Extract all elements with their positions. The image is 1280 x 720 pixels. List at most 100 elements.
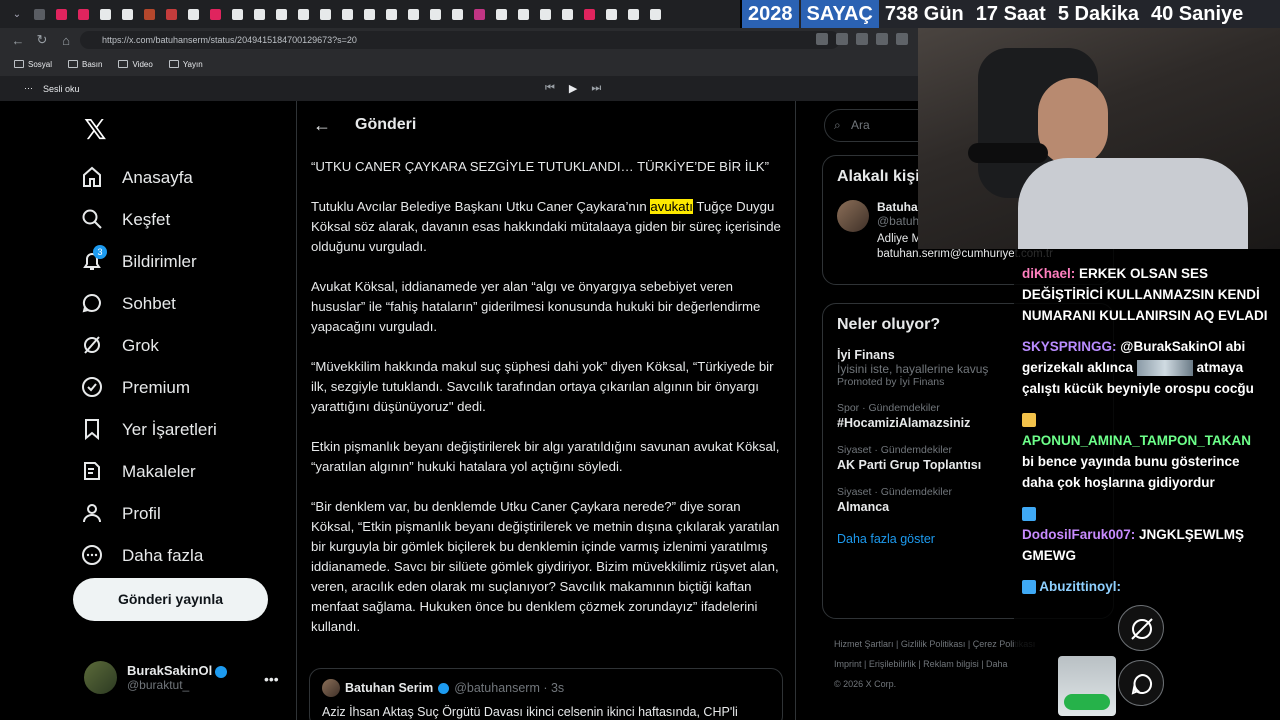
x-logo-icon[interactable]: 𝕏: [84, 113, 107, 146]
nav-label: Yer İşaretleri: [122, 420, 217, 439]
message-bubble-icon: [1131, 673, 1153, 695]
post-button[interactable]: Gönderi yayınla: [73, 578, 268, 621]
nav-more[interactable]: Daha fazla: [80, 535, 217, 577]
nav-premium[interactable]: Premium: [80, 367, 217, 409]
quoted-post[interactable]: Batuhan Serim @batuhanserm · 3s Aziz İhs…: [309, 668, 783, 720]
tab-4[interactable]: [94, 0, 116, 28]
post-paragraph: Etkin pişmanlık beyanı değiştirilerek bi…: [311, 439, 780, 474]
read-aloud-controls: ⏮ ▶ ⏭: [545, 82, 601, 95]
counter-days: 738 Gün: [884, 3, 964, 25]
tab-18[interactable]: [402, 0, 424, 28]
more-options-icon[interactable]: •••: [264, 671, 279, 687]
search-icon: ⌕: [834, 118, 841, 132]
nav-label: Premium: [122, 378, 191, 397]
read-mode-icon[interactable]: [836, 33, 848, 45]
chat-username: Abuzittinoyl:: [1039, 579, 1121, 594]
nav-grok[interactable]: Grok: [80, 325, 217, 367]
post-body: “UTKU CANER ÇAYKARA SEZGİYLE TUTUKLANDI……: [297, 149, 795, 637]
emote-icon: [1022, 580, 1036, 595]
favorite-icon[interactable]: [876, 33, 888, 45]
bookmark-folder-sosyal[interactable]: Sosyal: [14, 60, 52, 69]
back-icon[interactable]: ←: [6, 28, 30, 52]
previous-icon[interactable]: ⏮: [545, 82, 555, 95]
post-paragraph: Tutuklu Avcılar Belediye Başkanı Utku Ca…: [311, 197, 781, 257]
tab-8[interactable]: [182, 0, 204, 28]
tab-20[interactable]: [446, 0, 468, 28]
tab-2[interactable]: [50, 0, 72, 28]
quoted-post-text: Aziz İhsan Aktaş Suç Örgütü Davası ikinc…: [322, 705, 738, 719]
tab-23[interactable]: [512, 0, 534, 28]
nav-label: Keşfet: [122, 210, 171, 229]
profile-icon[interactable]: [896, 33, 908, 45]
bookmark-folder-basin[interactable]: Basın: [68, 60, 102, 69]
premium-badge-icon: [80, 375, 106, 401]
reload-icon[interactable]: ↻: [30, 28, 54, 52]
tab-13[interactable]: [292, 0, 314, 28]
verified-badge-icon: [215, 665, 228, 678]
bookmark-folder-yayin[interactable]: Yayın: [168, 60, 203, 69]
tab-list-icon[interactable]: ⌄: [6, 0, 28, 28]
nav-label: Bildirimler: [122, 252, 197, 271]
post-text: Tutuklu Avcılar Belediye Başkanı Utku Ca…: [311, 199, 647, 214]
nav-articles[interactable]: Makaleler: [80, 451, 217, 493]
chat-text: bi bence yayında bunu gösterince daha ço…: [1022, 454, 1240, 490]
back-arrow-icon[interactable]: ←: [313, 115, 331, 136]
tab-15[interactable]: [336, 0, 358, 28]
next-icon[interactable]: ⏭: [591, 82, 601, 95]
tab-19[interactable]: [424, 0, 446, 28]
post-paragraph: Avukat Köksal, iddianamede yer alan “alg…: [311, 279, 761, 334]
account-handle: @buraktut_: [127, 678, 190, 692]
more-circle-icon: [80, 543, 106, 569]
tab-1[interactable]: [28, 0, 50, 28]
chat-message: diKhael: ERKEK OLSAN SES DEĞİŞTİRİCİ KUL…: [1022, 263, 1274, 326]
nav-bookmarks[interactable]: Yer İşaretleri: [80, 409, 217, 451]
tab-3[interactable]: [72, 0, 94, 28]
counter-label: SAYAÇ: [800, 0, 879, 28]
tab-26[interactable]: [578, 0, 600, 28]
extension-icon[interactable]: [816, 33, 828, 45]
bookmark-folder-video[interactable]: Video: [118, 60, 153, 69]
messages-fab-button[interactable]: [1118, 660, 1164, 706]
tab-21[interactable]: [468, 0, 490, 28]
tab-24[interactable]: [534, 0, 556, 28]
tab-14[interactable]: [314, 0, 336, 28]
tab-22[interactable]: [490, 0, 512, 28]
tab-17[interactable]: [380, 0, 402, 28]
chat-username: APONUN_AMINA_TAMPON_TAKAN: [1022, 433, 1252, 448]
folder-icon: [68, 60, 79, 68]
tab-16[interactable]: [358, 0, 380, 28]
quoted-author-name: Batuhan Serim: [345, 681, 434, 695]
tab-6[interactable]: [138, 0, 160, 28]
home-icon: [80, 165, 106, 191]
nav-profile[interactable]: Profil: [80, 493, 217, 535]
nav-label: Sohbet: [122, 294, 176, 313]
tab-29[interactable]: [644, 0, 666, 28]
tab-7[interactable]: [160, 0, 182, 28]
read-aloud-label: Sesli oku: [43, 83, 80, 94]
bookmark-label: Sosyal: [28, 59, 53, 69]
nav-explore[interactable]: Keşfet: [80, 199, 217, 241]
nav-notifications[interactable]: 3 Bildirimler: [80, 241, 217, 283]
grok-fab-button[interactable]: [1118, 605, 1164, 651]
play-icon[interactable]: ▶: [569, 82, 577, 95]
url-field[interactable]: https://x.com/batuhanserm/status/2049415…: [80, 31, 840, 49]
quoted-author-handle: @batuhanserm · 3s: [454, 681, 565, 695]
counter-seconds: 40 Saniye: [1151, 3, 1244, 25]
tab-12[interactable]: [270, 0, 292, 28]
tab-25[interactable]: [556, 0, 578, 28]
tab-28[interactable]: [622, 0, 644, 28]
account-switcher[interactable]: BurakSakinOl @buraktut_: [84, 661, 228, 694]
more-options-icon[interactable]: ⋯: [24, 83, 33, 94]
tab-5[interactable]: [116, 0, 138, 28]
zoom-icon[interactable]: [856, 33, 868, 45]
home-icon[interactable]: ⌂: [54, 28, 78, 52]
nav-home[interactable]: Anasayfa: [80, 157, 217, 199]
tab-9[interactable]: [204, 0, 226, 28]
tab-27[interactable]: [600, 0, 622, 28]
folder-icon: [118, 60, 129, 68]
nav-chat[interactable]: Sohbet: [80, 283, 217, 325]
browser-tab-strip: ⌄: [0, 0, 740, 28]
chat-message: DodosilFaruk007: JNGKLŞEWLMŞ GMEWG: [1022, 503, 1274, 566]
tab-11[interactable]: [248, 0, 270, 28]
tab-10[interactable]: [226, 0, 248, 28]
